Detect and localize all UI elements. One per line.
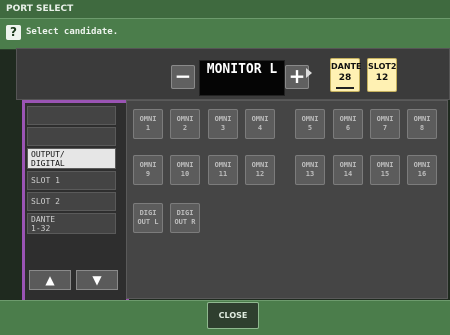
port-label-line1: OMNI [176, 115, 194, 123]
port-label-line2: 6 [345, 124, 351, 132]
port-button[interactable]: OMNI 14 [333, 155, 363, 185]
port-label-line2: 14 [343, 170, 353, 178]
port-label-line2: 8 [419, 124, 425, 132]
port-label-line2: 10 [180, 170, 190, 178]
scroll-up-button[interactable]: ▲ [29, 270, 71, 290]
chip-line2: 12 [375, 73, 389, 83]
port-button[interactable]: OMNI 11 [208, 155, 238, 185]
port-button[interactable]: OMNI 12 [245, 155, 275, 185]
port-label-line1: OMNI [413, 161, 431, 169]
triangle-right-icon [306, 68, 312, 78]
category-item-slot2[interactable]: SLOT 2 [27, 192, 116, 211]
decrement-button[interactable]: − [171, 65, 195, 89]
scroll-down-button[interactable]: ▼ [76, 270, 118, 290]
port-button[interactable]: DIGI OUT R [170, 203, 200, 233]
scroll-buttons: ▲ ▼ [27, 270, 118, 290]
prompt-text: Select candidate. [26, 27, 119, 37]
port-label-line1: OMNI [376, 115, 394, 123]
port-button[interactable]: OMNI 6 [333, 109, 363, 139]
port-label-line1: OMNI [251, 161, 269, 169]
title-bar: PORT SELECT [0, 0, 450, 18]
port-label-line2: 9 [145, 170, 151, 178]
chip-line1: SLOT2 [368, 62, 397, 71]
minus-icon: − [174, 64, 192, 88]
port-button[interactable]: OMNI 3 [208, 109, 238, 139]
port-button[interactable]: OMNI 8 [407, 109, 437, 139]
plus-icon: + [288, 64, 306, 88]
port-label-line2: 4 [257, 124, 263, 132]
port-label-line1: OMNI [301, 161, 319, 169]
port-label-line2: 7 [382, 124, 388, 132]
category-item[interactable] [27, 127, 116, 146]
port-name: MONITOR L [206, 62, 278, 77]
port-label-line2: 16 [417, 170, 427, 178]
port-button[interactable]: OMNI 5 [295, 109, 325, 139]
port-label-line1: DIGI [176, 209, 194, 217]
port-label-line1: OMNI [339, 161, 357, 169]
port-button[interactable]: OMNI 13 [295, 155, 325, 185]
port-label-line1: OMNI [214, 161, 232, 169]
port-label-line2: 15 [380, 170, 390, 178]
help-icon[interactable]: ? [6, 25, 21, 40]
arrow-up-icon: ▲ [45, 273, 55, 287]
window-title: PORT SELECT [6, 4, 74, 14]
chip-line2: 28 [338, 73, 352, 83]
port-button[interactable]: OMNI 4 [245, 109, 275, 139]
port-label-line1: OMNI [339, 115, 357, 123]
port-label-line2: 2 [182, 124, 188, 132]
patch-chip-dante: DANTE 28 [330, 58, 362, 92]
port-label-line1: DIGI [139, 209, 157, 217]
port-button[interactable]: OMNI 2 [170, 109, 200, 139]
port-button[interactable]: OMNI 7 [370, 109, 400, 139]
port-button[interactable]: OMNI 15 [370, 155, 400, 185]
port-label-line2: 1 [145, 124, 151, 132]
category-list: OUTPUT/ DIGITAL SLOT 1 SLOT 2 DANTE 1-32 [27, 106, 118, 236]
category-item[interactable] [27, 106, 116, 125]
port-button[interactable]: OMNI 9 [133, 155, 163, 185]
port-button[interactable]: DIGI OUT L [133, 203, 163, 233]
port-label-line1: OMNI [176, 161, 194, 169]
port-label-line2: 5 [307, 124, 313, 132]
port-label-line1: OMNI [139, 115, 157, 123]
arrow-down-icon: ▼ [92, 273, 102, 287]
port-button[interactable]: OMNI 10 [170, 155, 200, 185]
port-label-line2: 13 [305, 170, 315, 178]
port-button[interactable]: OMNI 16 [407, 155, 437, 185]
port-label-line2: 3 [220, 124, 226, 132]
port-label-line1: OMNI [413, 115, 431, 123]
category-item-dante[interactable]: DANTE 1-32 [27, 213, 116, 234]
category-item-slot1[interactable]: SLOT 1 [27, 171, 116, 190]
port-button[interactable]: OMNI 1 [133, 109, 163, 139]
port-label-line1: OMNI [376, 161, 394, 169]
port-select-window: PORT SELECT ? Select candidate. − MONITO… [0, 0, 450, 335]
close-button[interactable]: CLOSE [207, 302, 259, 329]
port-label-line2: OUT L [137, 218, 159, 226]
port-label-line2: OUT R [174, 218, 196, 226]
chip-line1: DANTE [331, 62, 362, 71]
port-label-line2: 12 [255, 170, 265, 178]
port-label-line1: OMNI [139, 161, 157, 169]
port-label-line1: OMNI [301, 115, 319, 123]
port-label-line2: 11 [218, 170, 228, 178]
port-name-display: MONITOR L [199, 60, 285, 96]
patch-chip-slot2: SLOT2 12 [367, 58, 397, 92]
category-item-output-digital[interactable]: OUTPUT/ DIGITAL [27, 148, 116, 169]
port-label-line1: OMNI [214, 115, 232, 123]
port-label-line1: OMNI [251, 115, 269, 123]
chip-underline [336, 87, 354, 89]
